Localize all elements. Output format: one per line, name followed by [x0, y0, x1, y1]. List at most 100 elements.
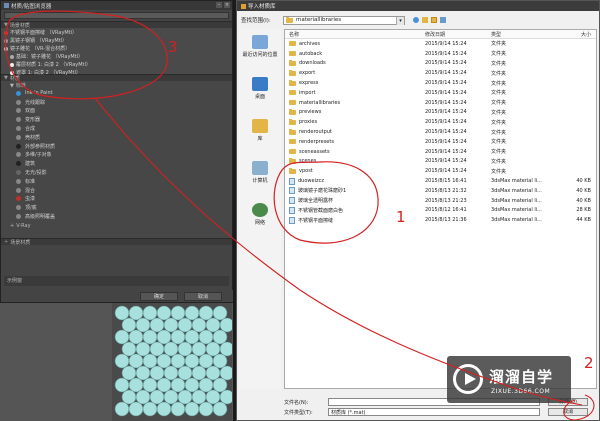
material-item[interactable]: 双面: [4, 107, 229, 116]
sphere: [114, 305, 130, 321]
cancel-button[interactable]: 取消: [548, 408, 588, 416]
sphere: [205, 317, 221, 333]
folder-row[interactable]: express 2015/9/14 15:24 文件夹: [285, 78, 596, 88]
close-icon[interactable]: ×: [224, 2, 230, 8]
row-date: 2015/9/14 15:24: [425, 40, 467, 47]
row-size: 44 KB: [576, 217, 591, 224]
standard-subheader[interactable]: ▼ 标准: [4, 82, 229, 90]
file-row[interactable]: 玻璃镜子磨花珠磨砂1 2015/8/13 21:32 3dsMax material…: [285, 186, 596, 196]
view-menu-icon[interactable]: [440, 17, 446, 23]
material-item[interactable]: 高级照明覆盖: [4, 212, 229, 221]
material-item[interactable]: 光线跟踪: [4, 98, 229, 107]
row-date: 2015/9/14 15:24: [425, 89, 467, 96]
material-item[interactable]: Ink 'n Paint: [4, 89, 229, 98]
folder-row[interactable]: import 2015/9/14 15:24 文件夹: [285, 88, 596, 98]
scene-materials-section[interactable]: + 场景材质: [1, 238, 232, 246]
back-icon[interactable]: [413, 17, 419, 23]
column-date[interactable]: 修改日期: [425, 31, 491, 38]
material-item[interactable]: 顶/底: [4, 203, 229, 212]
material-item[interactable]: 标准: [4, 177, 229, 186]
scene-materials-header[interactable]: ▼ 场景材质: [1, 21, 232, 29]
file-row[interactable]: 不锈钢平面擦缝 2015/8/13 21:36 3dsMax material li…: [285, 215, 596, 225]
scene-item[interactable]: 镜子雕花 （VR-混合材质）: [4, 45, 229, 53]
filetype-select[interactable]: 材质库 (*.mat): [328, 408, 540, 416]
sample-slots-section[interactable]: 示例窗: [4, 276, 229, 286]
sphere: [198, 401, 214, 417]
place-network[interactable]: 网络: [239, 203, 281, 239]
sphere: [156, 329, 172, 345]
place-libraries[interactable]: 库: [239, 119, 281, 155]
cancel-button[interactable]: 取消: [184, 291, 222, 301]
material-item[interactable]: 建筑: [4, 159, 229, 168]
folder-row[interactable]: renderoutput 2015/9/14 15:24 文件夹: [285, 127, 596, 137]
up-folder-icon[interactable]: [422, 17, 428, 23]
sphere: [149, 365, 165, 381]
material-browser-titlebar: 材质/贴图浏览器 – ×: [1, 1, 232, 10]
folder-row[interactable]: vpost 2015/9/14 15:24 文件夹: [285, 166, 596, 176]
file-row[interactable]: 不锈钢管截面磨白色 2015/8/12 16:41 3dsMax material …: [285, 206, 596, 216]
sphere: [142, 329, 158, 345]
column-type[interactable]: 类型: [491, 31, 559, 38]
folder-row[interactable]: proxies 2015/9/14 15:24 文件夹: [285, 117, 596, 127]
chevron-down-icon[interactable]: ▾: [396, 16, 404, 25]
scene-item[interactable]: 覆层材质 1: 白漆 2 （VRayMtl）: [4, 61, 229, 69]
sphere: [191, 365, 207, 381]
row-date: 2015/9/14 15:24: [425, 109, 467, 116]
row-name: proxies: [299, 119, 318, 126]
material-item[interactable]: 虫漆: [4, 195, 229, 204]
sphere: [142, 377, 158, 393]
minimize-icon[interactable]: –: [216, 2, 222, 8]
material-item[interactable]: 多维/子对象: [4, 151, 229, 160]
folder-row[interactable]: autoback 2015/9/14 15:24 文件夹: [285, 49, 596, 59]
sphere: [170, 377, 186, 393]
row-name: renderpresets: [299, 138, 334, 145]
folder-row[interactable]: previews 2015/9/14 15:24 文件夹: [285, 108, 596, 118]
sphere: [205, 389, 221, 405]
sphere: [121, 389, 137, 405]
column-name[interactable]: 名称: [285, 31, 425, 38]
file-list: 名称 修改日期 类型 大小 archives 2015/9/14 15:24 文件夹…: [284, 29, 597, 389]
row-date: 2015/9/14 15:24: [425, 129, 467, 136]
scene-item[interactable]: 不锈钢平面擦缝 （VRayMtl）: [4, 29, 229, 37]
material-list: ▼ 标准 Ink 'n Paint 光线跟踪 双面 变形器 合成 壳材质 外部参照…: [1, 81, 232, 238]
ok-button[interactable]: 确定: [140, 291, 178, 301]
row-size: 40 KB: [576, 187, 591, 194]
material-item[interactable]: 混合: [4, 186, 229, 195]
filetype-label: 文件类型(T):: [284, 409, 313, 416]
column-size[interactable]: 大小: [559, 31, 593, 38]
viewport[interactable]: [0, 303, 233, 421]
lookin-dropdown[interactable]: materiallibraries ▾: [283, 15, 405, 25]
file-row[interactable]: 玻璃全透明露杯 2015/8/13 21:23 3dsMax material li…: [285, 196, 596, 206]
folder-row[interactable]: materiallibraries 2015/9/14 15:24 文件夹: [285, 98, 596, 108]
place-desktop[interactable]: 桌面: [239, 77, 281, 113]
scene-item[interactable]: 基础：镜子雕花 （VRayMtl）: [4, 53, 229, 61]
material-item[interactable]: 无光/投影: [4, 168, 229, 177]
dialog-titlebar: 导入材质库: [237, 1, 599, 11]
material-swatch-icon: [16, 134, 21, 140]
material-swatch-icon: [10, 63, 14, 67]
folder-row[interactable]: scenes 2015/9/14 15:24 文件夹: [285, 157, 596, 167]
libraries-icon: [252, 119, 268, 133]
folder-icon: [289, 168, 296, 174]
watermark: 溜溜自学 ZIXUE.3D66.COM: [447, 356, 571, 403]
folder-row[interactable]: downloads 2015/9/14 15:24 文件夹: [285, 59, 596, 69]
place-recent[interactable]: 最近访问的位置: [239, 35, 281, 71]
file-row[interactable]: duoweizcz 2015/8/15 16:41 3dsMax material …: [285, 176, 596, 186]
folder-row[interactable]: export 2015/9/14 15:24 文件夹: [285, 68, 596, 78]
new-folder-icon[interactable]: [431, 17, 437, 23]
vray-subheader[interactable]: + V-Ray: [4, 223, 229, 230]
folder-row[interactable]: renderpresets 2015/9/14 15:24 文件夹: [285, 137, 596, 147]
material-item[interactable]: 合成: [4, 124, 229, 133]
material-item[interactable]: 壳材质: [4, 133, 229, 142]
scene-item[interactable]: 遮罩 1: 白漆 2 （VRayMtl）: [4, 69, 229, 77]
search-input[interactable]: [4, 12, 229, 19]
folder-row[interactable]: archives 2015/9/14 15:24 文件夹: [285, 39, 596, 49]
place-computer[interactable]: 计算机: [239, 161, 281, 197]
material-item[interactable]: 变形器: [4, 115, 229, 124]
row-name: duoweizcz: [298, 178, 324, 185]
folder-row[interactable]: sceneassets 2015/9/14 15:24 文件夹: [285, 147, 596, 157]
material-item[interactable]: 外部参照材质: [4, 142, 229, 151]
sphere: [114, 401, 130, 417]
material-swatch-icon: [16, 187, 21, 193]
scene-item[interactable]: 黑镜子钢钢 （VRayMtl）: [4, 37, 229, 45]
